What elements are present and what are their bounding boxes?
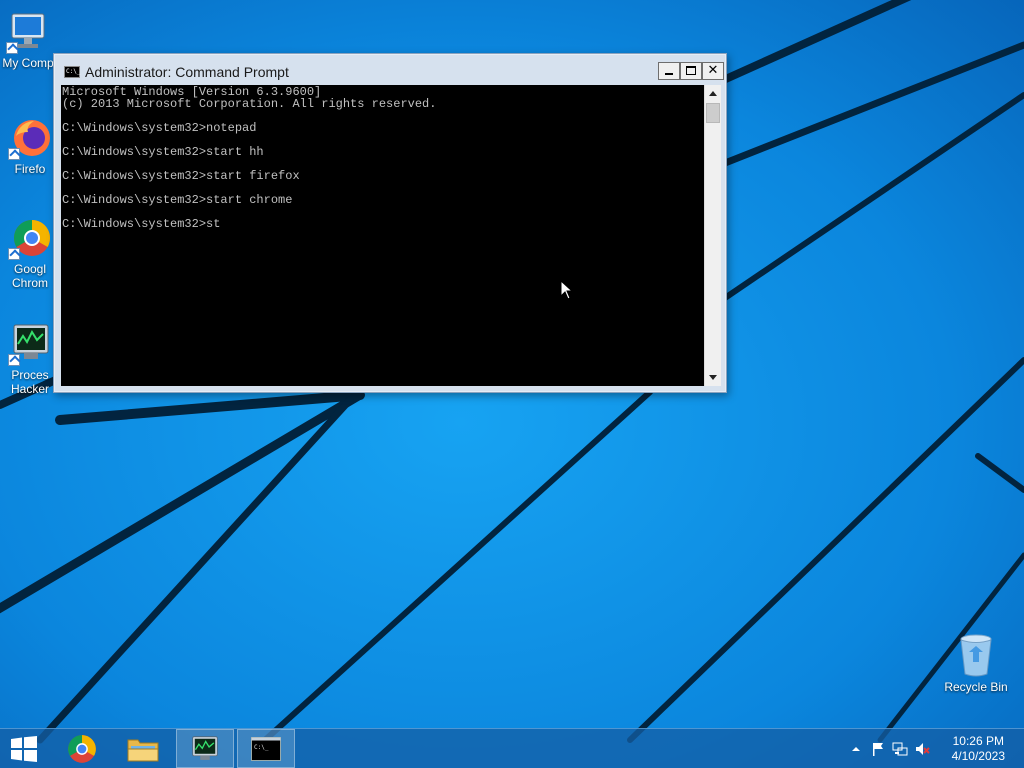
svg-text:C:\_: C:\_ <box>254 744 269 751</box>
shortcut-arrow-icon <box>6 42 18 54</box>
close-icon: ✕ <box>707 63 719 78</box>
desktop-icon-label-line2: Chrom <box>11 276 48 290</box>
taskbar-file-explorer-button[interactable] <box>114 729 172 768</box>
clock-time: 10:26 PM <box>952 734 1004 748</box>
recycle-bin-label: Recycle Bin <box>944 680 1008 694</box>
minimize-button[interactable] <box>658 62 680 80</box>
desktop-icon-label: Firefo <box>14 162 46 176</box>
volume-muted-icon[interactable] <box>914 741 930 757</box>
scrollbar-thumb[interactable] <box>706 103 720 123</box>
scroll-down-button[interactable] <box>705 369 721 386</box>
minimize-icon <box>665 73 673 75</box>
shortcut-arrow-icon <box>8 148 20 160</box>
window-titlebar[interactable]: C:\_ Administrator: Command Prompt ✕ <box>54 54 726 84</box>
arrow-down-icon <box>709 375 717 380</box>
close-button[interactable]: ✕ <box>702 62 724 80</box>
desktop-icon-label-line1: Proces <box>11 368 49 382</box>
console-output[interactable]: Microsoft Windows [Version 6.3.9600] (c)… <box>61 85 704 386</box>
desktop-icon-recycle-bin[interactable]: Recycle Bin <box>938 632 1014 694</box>
chrome-icon <box>8 216 52 260</box>
arrow-up-icon <box>709 91 717 96</box>
clock-date: 4/10/2023 <box>951 749 1005 763</box>
taskbar-command-prompt-button[interactable]: C:\_ <box>237 729 295 768</box>
taskbar-process-hacker-button[interactable] <box>176 729 234 768</box>
taskbar: C:\_ 10:26 PM 4/10/2023 <box>0 728 1024 768</box>
mouse-cursor-icon <box>560 280 574 300</box>
shortcut-arrow-icon <box>8 248 20 260</box>
recycle-bin-icon <box>954 632 998 678</box>
chrome-icon <box>68 734 96 763</box>
windows-logo-icon <box>11 735 37 762</box>
vertical-scrollbar[interactable] <box>704 85 721 386</box>
desktop-icon-label-line1: Googl <box>13 262 47 276</box>
firefox-icon <box>8 116 52 160</box>
command-prompt-window[interactable]: C:\_ Administrator: Command Prompt ✕ Mic… <box>53 53 727 393</box>
process-hacker-icon <box>8 322 52 366</box>
taskbar-clock[interactable]: 10:26 PM 4/10/2023 <box>952 734 1005 764</box>
action-center-flag-icon[interactable] <box>870 741 886 757</box>
desktop-icon-google-chrome[interactable]: Googl Chrom <box>0 216 60 290</box>
desktop-icon-process-hacker[interactable]: Proces Hacker <box>0 322 60 396</box>
desktop-icon-firefox[interactable]: Firefo <box>0 116 60 176</box>
shortcut-arrow-icon <box>8 354 20 366</box>
console-icon: C:\_ <box>251 736 281 761</box>
desktop-icon-label-line2: Hacker <box>10 382 49 396</box>
console-text: Microsoft Windows [Version 6.3.9600] (c)… <box>62 85 437 231</box>
maximize-icon <box>686 66 696 75</box>
scroll-up-button[interactable] <box>705 85 721 102</box>
show-hidden-icons-icon[interactable] <box>848 741 864 757</box>
taskbar-chrome-button[interactable] <box>53 729 111 768</box>
window-title: Administrator: Command Prompt <box>85 64 289 80</box>
folder-icon <box>127 739 159 761</box>
computer-icon <box>6 10 50 54</box>
system-tray: 10:26 PM 4/10/2023 <box>844 729 1024 768</box>
start-button[interactable] <box>0 729 48 768</box>
console-icon: C:\_ <box>64 66 80 78</box>
maximize-button[interactable] <box>680 62 702 80</box>
network-icon[interactable] <box>892 741 908 757</box>
process-hacker-icon <box>192 735 218 760</box>
